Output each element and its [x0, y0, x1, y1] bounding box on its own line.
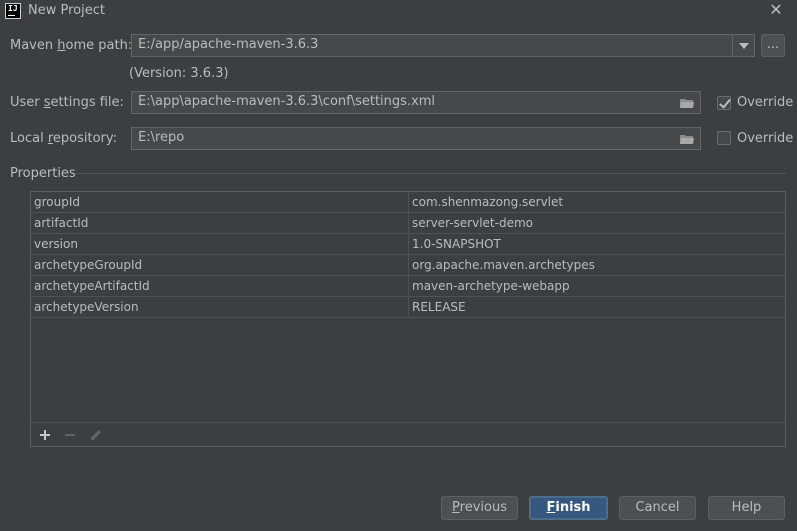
property-value[interactable]: maven-archetype-webapp — [412, 279, 570, 293]
local-repo-field[interactable]: E:\repo — [131, 127, 701, 150]
table-row[interactable]: archetypeArtifactId maven-archetype-weba… — [31, 276, 785, 297]
property-value[interactable]: 1.0-SNAPSHOT — [412, 237, 501, 251]
column-divider — [408, 276, 409, 297]
user-settings-label: User settings file: — [10, 95, 124, 110]
browse-maven-home-button[interactable]: ... — [761, 34, 785, 57]
mnemonic-char: P — [452, 500, 460, 515]
mnemonic-char: h — [57, 38, 66, 53]
table-row[interactable]: groupId com.shenmazong.servlet — [31, 192, 785, 213]
user-settings-override-checkbox[interactable] — [717, 96, 731, 110]
table-toolbar-separator — [31, 422, 785, 423]
column-divider — [408, 213, 409, 234]
properties-separator — [76, 173, 786, 174]
label-text: ome path: — [65, 38, 133, 53]
help-button[interactable]: Help — [708, 496, 785, 520]
property-key: archetypeArtifactId — [34, 279, 150, 293]
local-repo-override-checkbox[interactable] — [717, 131, 731, 145]
label-text: Local — [10, 131, 48, 146]
property-value[interactable]: RELEASE — [412, 300, 466, 314]
maven-home-label: Maven home path: — [10, 38, 132, 53]
title-bar — [0, 0, 797, 22]
properties-table: groupId com.shenmazong.servlet artifactI… — [30, 191, 786, 447]
chevron-down-icon[interactable] — [732, 35, 754, 56]
table-row[interactable]: archetypeVersion RELEASE — [31, 297, 785, 318]
button-label: revious — [459, 500, 507, 515]
add-icon[interactable] — [37, 427, 53, 443]
table-row[interactable]: version 1.0-SNAPSHOT — [31, 234, 785, 255]
column-divider — [408, 192, 409, 213]
label-text: User — [10, 95, 44, 110]
property-key: version — [34, 237, 78, 251]
maven-home-combobox[interactable]: E:/app/apache-maven-3.6.3 — [131, 34, 755, 57]
edit-icon[interactable] — [88, 427, 104, 443]
property-key: groupId — [34, 195, 81, 209]
window-title: New Project — [28, 3, 105, 18]
local-repo-label: Local repository: — [10, 131, 117, 146]
mnemonic-char: s — [43, 95, 51, 110]
property-key: archetypeVersion — [34, 300, 139, 314]
close-icon[interactable]: ✕ — [768, 1, 784, 19]
local-repo-override-label: Override — [737, 131, 794, 146]
label-text: Maven — [10, 38, 58, 53]
property-key: artifactId — [34, 216, 89, 230]
column-divider — [408, 297, 409, 318]
local-repo-value: E:\repo — [138, 130, 185, 145]
column-divider — [408, 255, 409, 276]
remove-icon[interactable] — [62, 427, 78, 443]
user-settings-value: E:\app\apache-maven-3.6.3\conf\settings.… — [138, 94, 436, 109]
finish-button[interactable]: Finish — [529, 496, 608, 520]
cancel-button[interactable]: Cancel — [619, 496, 696, 520]
maven-home-value: E:/app/apache-maven-3.6.3 — [138, 37, 319, 52]
property-key: archetypeGroupId — [34, 258, 143, 272]
label-text: ettings file: — [50, 95, 124, 110]
label-text: epository: — [52, 131, 118, 146]
property-value[interactable]: com.shenmazong.servlet — [412, 195, 563, 209]
table-row[interactable]: archetypeGroupId org.apache.maven.archet… — [31, 255, 785, 276]
maven-version-text: (Version: 3.6.3) — [129, 66, 229, 81]
properties-title: Properties — [10, 166, 76, 181]
folder-icon[interactable] — [680, 98, 694, 108]
user-settings-override-label: Override — [737, 95, 794, 110]
column-divider — [408, 234, 409, 255]
previous-button[interactable]: Previous — [441, 496, 518, 520]
property-value[interactable]: server-servlet-demo — [412, 216, 533, 230]
folder-icon[interactable] — [680, 134, 694, 144]
button-label: inish — [555, 500, 591, 515]
property-value[interactable]: org.apache.maven.archetypes — [412, 258, 595, 272]
intellij-logo-icon: IJ — [5, 3, 21, 19]
user-settings-field[interactable]: E:\app\apache-maven-3.6.3\conf\settings.… — [131, 91, 701, 114]
table-row[interactable]: artifactId server-servlet-demo — [31, 213, 785, 234]
